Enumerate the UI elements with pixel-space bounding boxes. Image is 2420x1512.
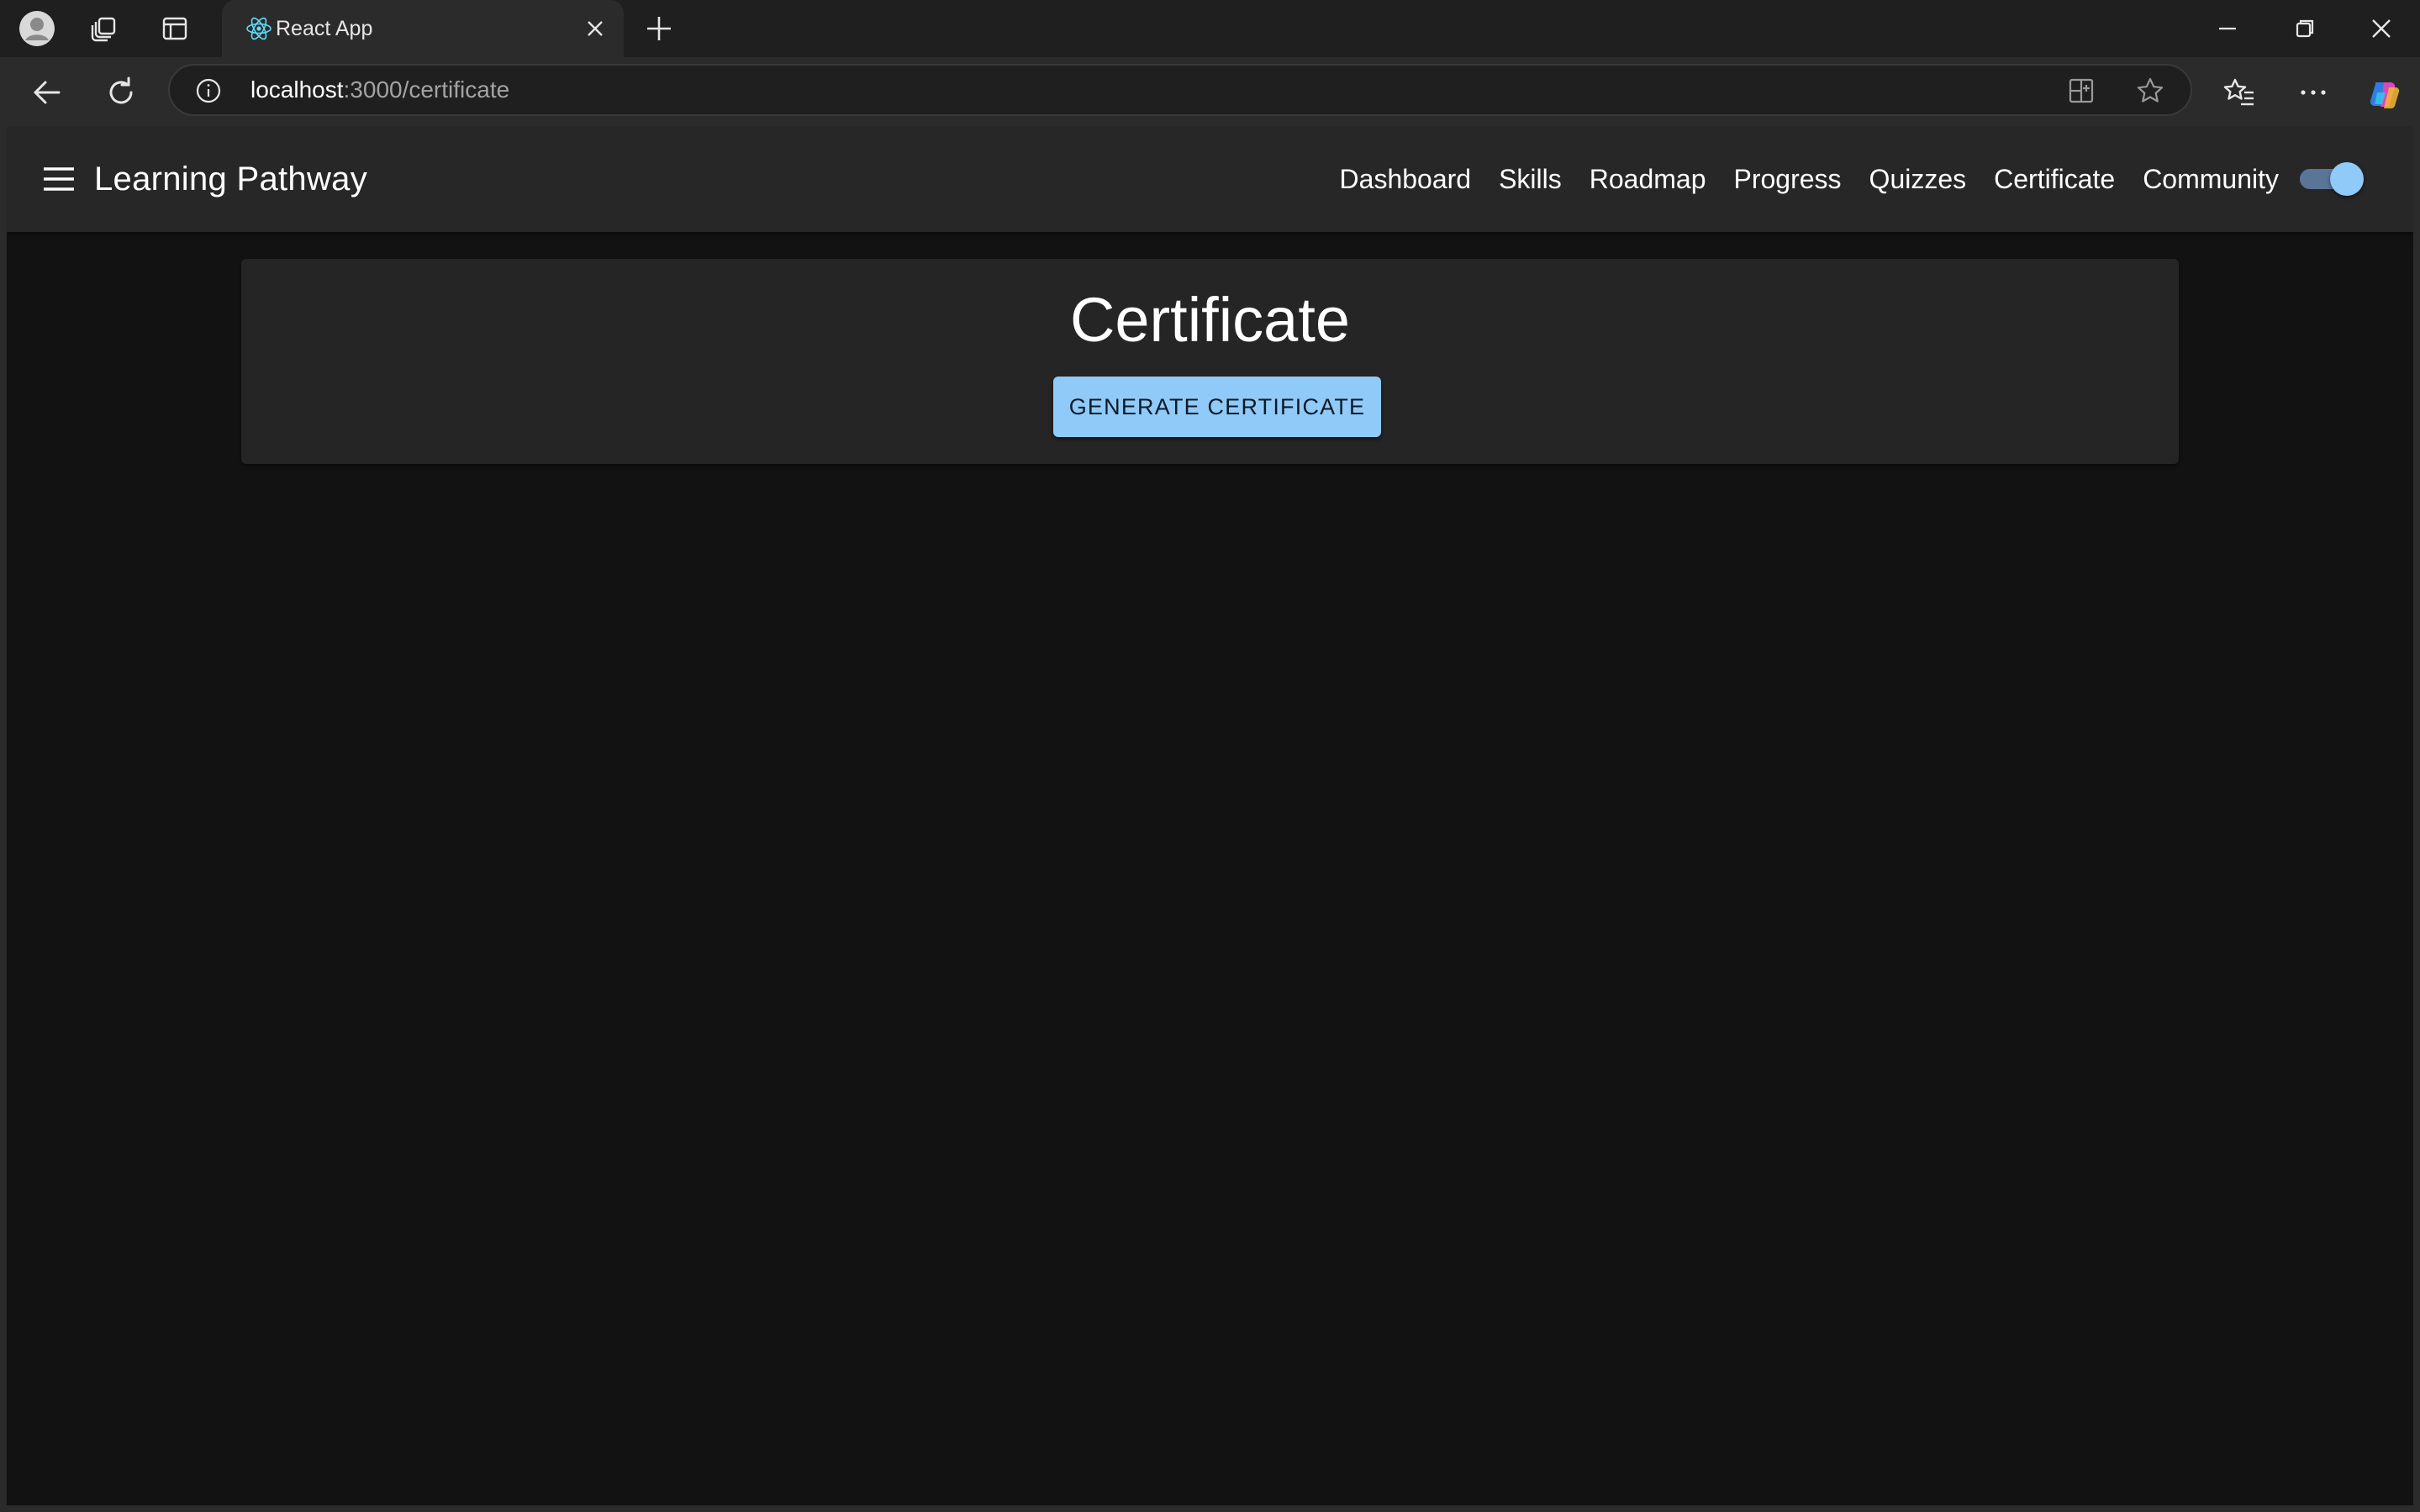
hamburger-menu-icon[interactable]: [40, 161, 77, 198]
nav-link-progress[interactable]: Progress: [1734, 164, 1842, 195]
tab-close-icon[interactable]: [583, 17, 607, 40]
nav-link-certificate[interactable]: Certificate: [1994, 164, 2115, 195]
certificate-card: Certificate GENERATE CERTIFICATE: [241, 259, 2179, 464]
reload-icon[interactable]: [103, 74, 140, 111]
url-text[interactable]: localhost:3000/certificate: [250, 66, 509, 114]
nav-link-community[interactable]: Community: [2143, 164, 2279, 195]
react-logo-icon: [245, 15, 272, 42]
copilot-icon[interactable]: [2367, 76, 2401, 109]
new-tab-plus-icon[interactable]: [644, 13, 674, 44]
nav-link-roadmap[interactable]: Roadmap: [1590, 164, 1706, 195]
browser-tab-bar: React App: [0, 0, 2420, 57]
close-icon[interactable]: [2368, 15, 2395, 42]
info-icon[interactable]: [195, 77, 222, 104]
app-root: Learning Pathway Dashboard Skills Roadma…: [7, 126, 2413, 1505]
browser-toolbar: localhost:3000/certificate: [0, 57, 2420, 126]
page-title: Certificate: [1069, 285, 1351, 355]
browser-tab-active[interactable]: React App: [222, 0, 624, 57]
profile-avatar-icon[interactable]: [18, 10, 55, 47]
nav-link-dashboard[interactable]: Dashboard: [1340, 164, 1472, 195]
star-icon[interactable]: [2135, 76, 2165, 106]
nav-link-skills[interactable]: Skills: [1499, 164, 1562, 195]
tab-actions-icon[interactable]: [156, 10, 193, 47]
back-arrow-icon[interactable]: [29, 74, 66, 111]
tab-title: React App: [276, 17, 373, 40]
nav-link-quizzes[interactable]: Quizzes: [1869, 164, 1967, 195]
theme-toggle-switch[interactable]: [2295, 162, 2365, 196]
url-path: :3000/certificate: [343, 76, 510, 103]
minimize-icon[interactable]: [2214, 15, 2241, 42]
workspaces-icon[interactable]: [86, 10, 123, 47]
favorites-icon[interactable]: [2222, 76, 2256, 109]
address-bar[interactable]: localhost:3000/certificate: [168, 64, 2192, 116]
split-screen-icon[interactable]: [2066, 76, 2096, 106]
window-border-right: [2413, 126, 2420, 1505]
restore-icon[interactable]: [2291, 15, 2318, 42]
main-nav: Dashboard Skills Roadmap Progress Quizze…: [1340, 126, 2279, 232]
window-border-left: [0, 126, 7, 1505]
url-host: localhost: [250, 76, 344, 103]
generate-certificate-button[interactable]: GENERATE CERTIFICATE: [1053, 377, 1381, 437]
switch-thumb: [2330, 162, 2364, 196]
app-title: Learning Pathway: [94, 161, 368, 198]
more-icon[interactable]: [2296, 76, 2330, 109]
window-border-bottom: [0, 1505, 2420, 1512]
app-bar: Learning Pathway Dashboard Skills Roadma…: [7, 126, 2413, 232]
